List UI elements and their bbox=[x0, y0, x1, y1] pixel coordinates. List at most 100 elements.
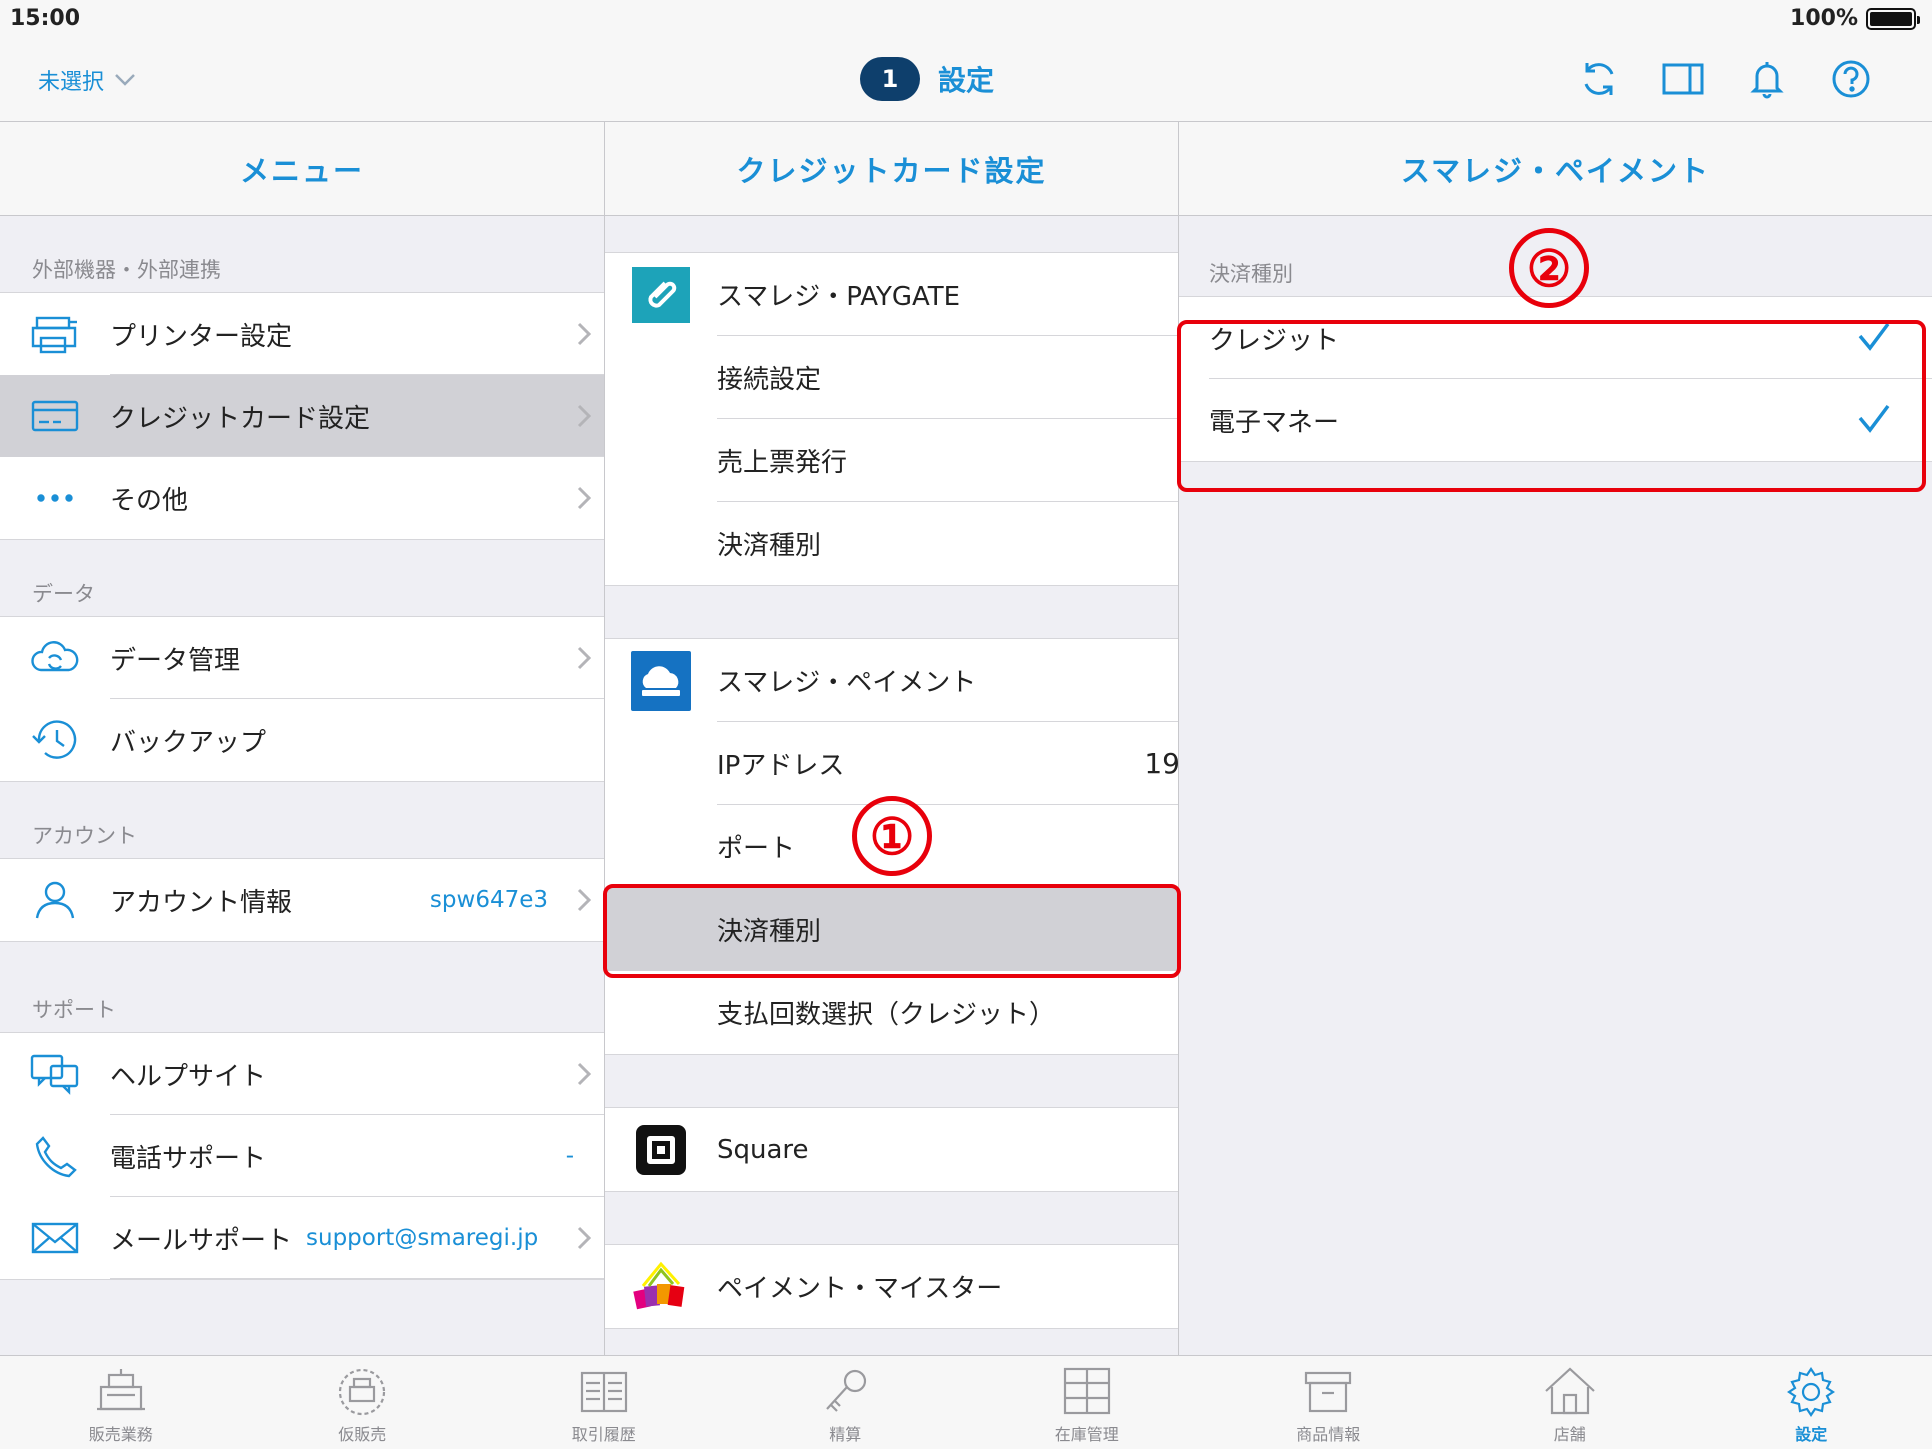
highlight-payment-options bbox=[1177, 320, 1926, 492]
tab-label: 在庫管理 bbox=[1054, 1425, 1119, 1444]
paygate-logo-icon bbox=[632, 266, 690, 323]
tab-bar: 販売業務 仮販売 取引履歴 精算 在庫管理 商品情報 店舗 設定 bbox=[0, 1355, 1932, 1449]
history-icon bbox=[32, 720, 77, 759]
square-row[interactable]: Square bbox=[605, 1108, 1178, 1191]
notifications-button[interactable] bbox=[1746, 58, 1788, 100]
payment-terminal-logo-icon bbox=[631, 650, 691, 711]
menu-item-label: プリンター設定 bbox=[110, 321, 293, 352]
paygate-connection-settings[interactable]: 接続設定 bbox=[605, 336, 1178, 419]
tab-label: 設定 bbox=[1795, 1425, 1828, 1444]
menu-item-label: その他 bbox=[110, 485, 189, 516]
tab-settlement[interactable]: 精算 bbox=[725, 1356, 967, 1449]
inventory-icon bbox=[1063, 1367, 1110, 1415]
meister-row[interactable]: ペイメント・マイスター bbox=[605, 1245, 1178, 1328]
section-title-support: サポート bbox=[32, 998, 116, 1022]
ip-address-label: IPアドレス bbox=[717, 751, 845, 781]
menu-header: メニュー bbox=[0, 122, 604, 216]
annotation-number-one: ① bbox=[852, 796, 932, 876]
mail-support-value: support@smaregi.jp bbox=[306, 1225, 539, 1251]
key-icon bbox=[826, 1369, 867, 1412]
paygate-item-label: 接続設定 bbox=[717, 365, 822, 395]
menu-item-label: データ管理 bbox=[110, 645, 241, 676]
chevron-right-icon bbox=[577, 1062, 591, 1086]
payment-meister-logo-icon bbox=[631, 1260, 691, 1314]
menu-item-credit-card[interactable]: クレジットカード設定 bbox=[0, 375, 604, 457]
chevron-right-icon bbox=[577, 404, 591, 428]
paygate-item-label: 決済種別 bbox=[717, 531, 822, 561]
history-list-icon bbox=[580, 1371, 627, 1413]
menu-item-account-info[interactable]: アカウント情報 spw647e3 bbox=[0, 859, 604, 941]
square-name: Square bbox=[717, 1134, 809, 1165]
tab-temp-sale[interactable]: 仮販売 bbox=[242, 1356, 484, 1449]
square-logo-icon bbox=[636, 1124, 686, 1175]
phone-support-value: - bbox=[565, 1143, 574, 1169]
menu-item-help-site[interactable]: ヘルプサイト bbox=[0, 1033, 604, 1115]
user-icon bbox=[35, 881, 75, 919]
paygate-header-row[interactable]: スマレジ・PAYGATE bbox=[605, 253, 1178, 336]
tab-label: 精算 bbox=[829, 1425, 862, 1444]
menu-item-label: クレジットカード設定 bbox=[110, 403, 371, 434]
battery-percent: 100% bbox=[1790, 6, 1858, 31]
menu-item-data-management[interactable]: データ管理 bbox=[0, 617, 604, 699]
menu-item-mail-support[interactable]: メールサポート support@smaregi.jp bbox=[0, 1197, 604, 1279]
meister-name: ペイメント・マイスター bbox=[717, 1274, 1003, 1304]
tab-inventory[interactable]: 在庫管理 bbox=[966, 1356, 1208, 1449]
register-icon bbox=[96, 1369, 145, 1411]
payment-header-row[interactable]: スマレジ・ペイメント bbox=[605, 639, 1178, 722]
nav-title-group: 1 設定 bbox=[860, 57, 994, 101]
tab-store[interactable]: 店舗 bbox=[1449, 1356, 1691, 1449]
paygate-group: スマレジ・PAYGATE 接続設定 売上票発行 決済種別 bbox=[605, 252, 1178, 586]
tab-sales[interactable]: 販売業務 bbox=[0, 1356, 242, 1449]
split-view-button[interactable] bbox=[1662, 58, 1704, 100]
chevron-right-icon bbox=[577, 322, 591, 346]
menu-item-label: アカウント情報 bbox=[110, 887, 293, 918]
register-selector[interactable]: 未選択 bbox=[38, 64, 136, 96]
menu-item-phone-support[interactable]: 電話サポート - bbox=[0, 1115, 604, 1197]
status-bar: 15:00 100% bbox=[0, 0, 1932, 40]
credit-card-column: クレジットカード設定 スマレジ・PAYGATE 接続設定 売上票発行 決済種別 bbox=[605, 122, 1179, 1355]
menu-group-external: プリンター設定 クレジットカード設定 その他 bbox=[0, 292, 604, 540]
printer-icon bbox=[31, 316, 77, 354]
payment-detail-header: スマレジ・ペイメント bbox=[1179, 122, 1932, 216]
chevron-right-icon bbox=[577, 888, 591, 912]
menu-item-printer[interactable]: プリンター設定 bbox=[0, 293, 604, 375]
menu-group-support: ヘルプサイト 電話サポート - メールサポート support@smaregi.… bbox=[0, 1032, 604, 1280]
gear-icon bbox=[1787, 1367, 1836, 1417]
payment-ip-address[interactable]: IPアドレス 19 bbox=[605, 722, 1178, 805]
tab-label: 取引履歴 bbox=[571, 1425, 636, 1444]
menu-item-label: バックアップ bbox=[110, 727, 267, 758]
chevron-right-icon bbox=[577, 1226, 591, 1250]
chevron-down-icon bbox=[115, 74, 135, 86]
store-icon bbox=[1545, 1367, 1595, 1415]
menu-item-backup[interactable]: バックアップ bbox=[0, 699, 604, 781]
tab-settings[interactable]: 設定 bbox=[1691, 1356, 1932, 1449]
box-icon bbox=[1305, 1371, 1352, 1413]
more-icon bbox=[37, 494, 73, 502]
chevron-right-icon bbox=[577, 486, 591, 510]
sync-icon bbox=[1584, 63, 1614, 95]
menu-group-data: データ管理 バックアップ bbox=[0, 616, 604, 782]
port-label: ポート bbox=[717, 834, 796, 864]
help-button[interactable] bbox=[1830, 58, 1872, 100]
credit-card-header: クレジットカード設定 bbox=[605, 122, 1178, 216]
paygate-payment-type[interactable]: 決済種別 bbox=[605, 502, 1178, 585]
paygate-receipt-issue[interactable]: 売上票発行 bbox=[605, 419, 1178, 502]
credit-card-icon bbox=[31, 400, 79, 432]
tab-product-info[interactable]: 商品情報 bbox=[1208, 1356, 1450, 1449]
mail-icon bbox=[31, 1222, 79, 1254]
highlight-payment-type bbox=[603, 884, 1181, 978]
payment-name: スマレジ・ペイメント bbox=[717, 668, 977, 698]
navigation-bar: 未選択 1 設定 bbox=[0, 40, 1932, 122]
payment-installment-row[interactable]: 支払回数選択（クレジット） bbox=[605, 971, 1178, 1054]
section-title-account: アカウント bbox=[32, 824, 137, 848]
notification-badge: 1 bbox=[860, 57, 920, 101]
tab-history[interactable]: 取引履歴 bbox=[483, 1356, 725, 1449]
menu-item-other[interactable]: その他 bbox=[0, 457, 604, 539]
menu-group-account: アカウント情報 spw647e3 bbox=[0, 858, 604, 942]
sync-button[interactable] bbox=[1578, 58, 1620, 100]
menu-item-label: メールサポート bbox=[110, 1225, 293, 1256]
status-time: 15:00 bbox=[10, 6, 81, 31]
register-selector-label: 未選択 bbox=[38, 70, 105, 95]
battery-indicator: 100% bbox=[1790, 6, 1920, 31]
account-id-value: spw647e3 bbox=[429, 887, 548, 913]
